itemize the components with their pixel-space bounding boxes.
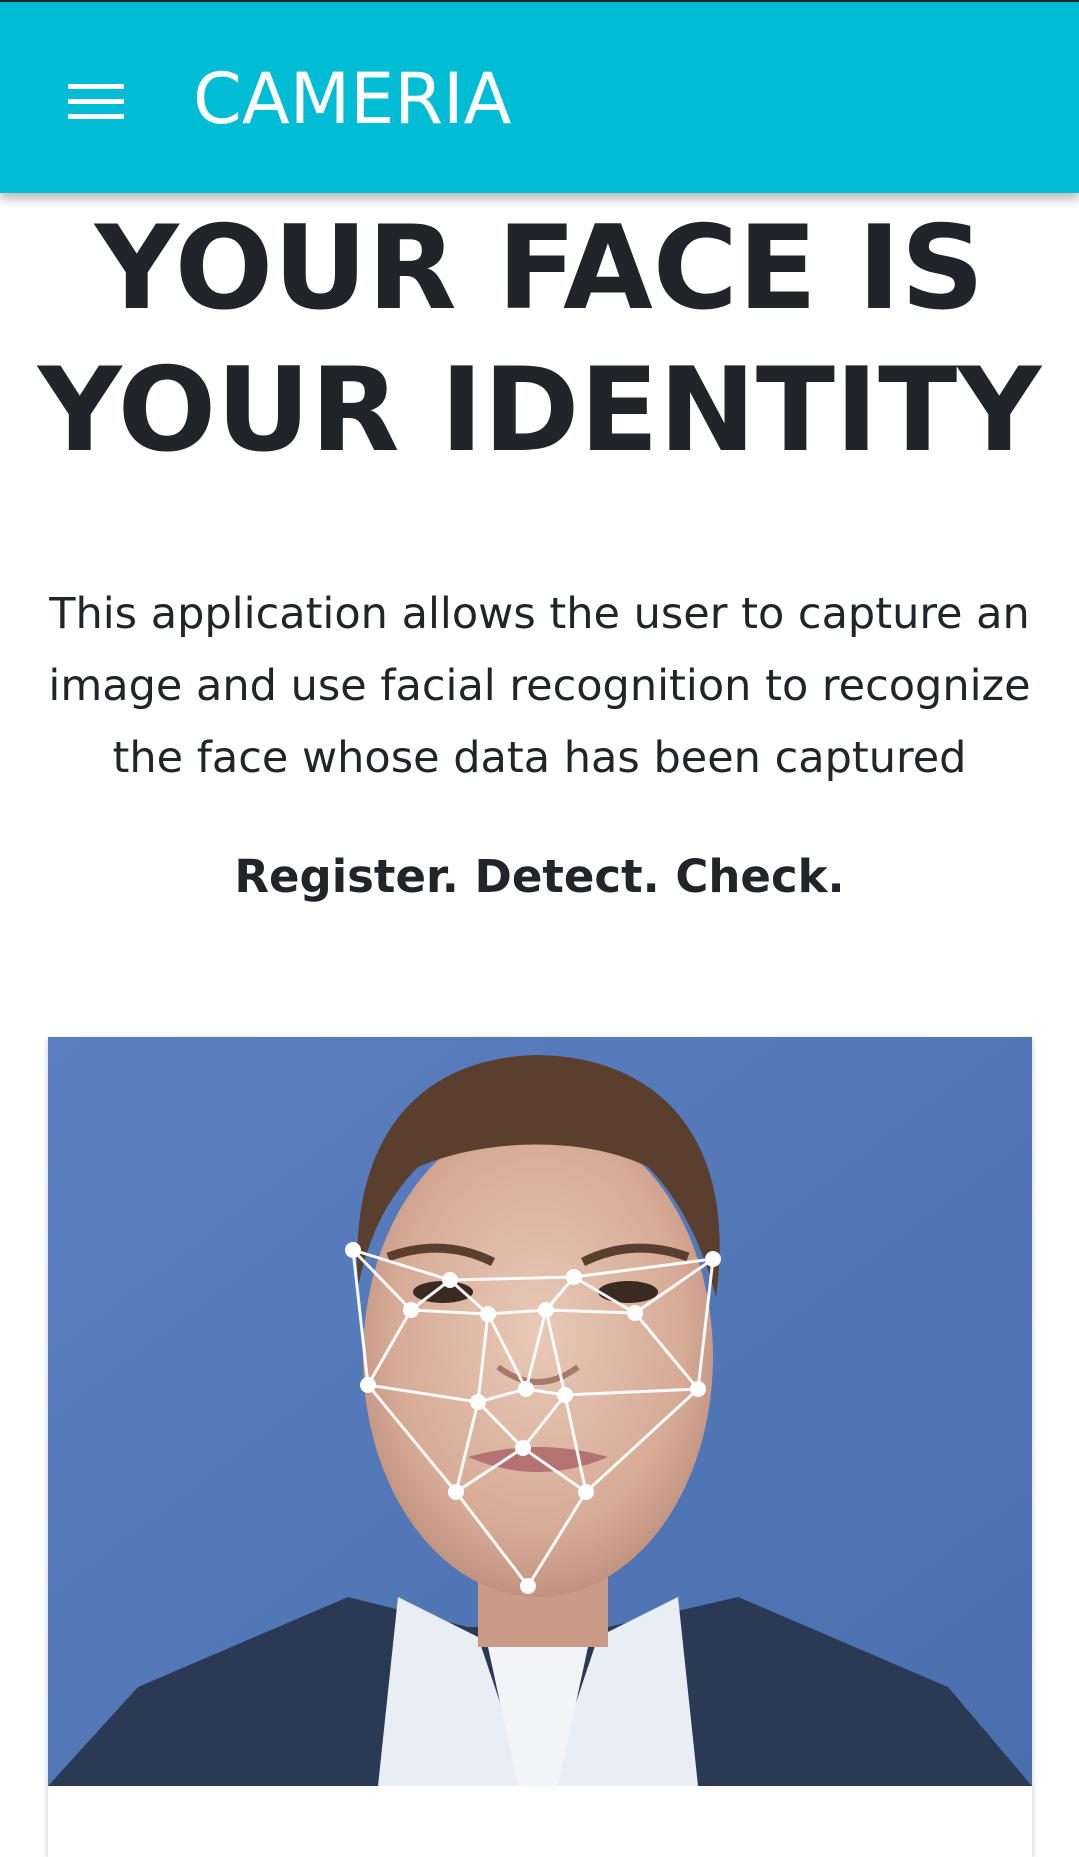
app-title: CAMERIA [193,58,512,140]
hero-title-line-2: YOUR IDENTITY [37,343,1042,478]
app-bar: CAMERIA [0,0,1079,193]
feature-card [48,1037,1032,1857]
hamburger-menu-icon [68,82,124,122]
tagline: Register. Detect. Check. [234,850,845,903]
menu-button[interactable] [58,68,134,132]
face-recognition-image [48,1037,1032,1786]
description-text: This application allows the user to capt… [48,589,1031,783]
hero-title-line-1: YOUR FACE IS [94,201,985,336]
hero-title: YOUR FACE IS YOUR IDENTITY [0,198,1079,482]
